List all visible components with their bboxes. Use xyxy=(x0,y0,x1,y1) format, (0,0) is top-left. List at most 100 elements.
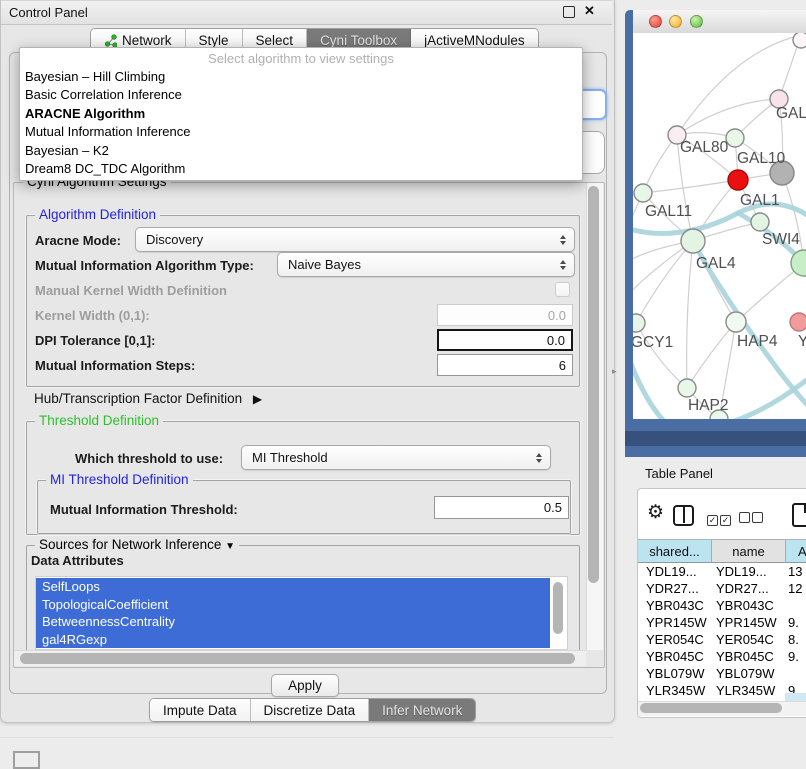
bottom-left-partial-window-icon[interactable] xyxy=(13,751,40,769)
table-cell: YER054C xyxy=(638,632,712,647)
table-row[interactable]: YLR345WYLR345W9. xyxy=(638,682,806,699)
zoom-traffic-light-icon[interactable] xyxy=(690,15,703,28)
attribute-list-item[interactable]: TopologicalCoefficient xyxy=(36,596,550,614)
kernel-width-label: Kernel Width (0,1): xyxy=(35,308,150,323)
network-node-label: GAL80 xyxy=(680,139,729,156)
threshold-definition-group: Threshold Definition Which threshold to … xyxy=(26,421,580,535)
table-row[interactable]: YBR045CYBR045C9. xyxy=(638,648,806,665)
network-node-gcy1[interactable] xyxy=(633,314,645,332)
mi-type-combo[interactable]: Naive Bayes xyxy=(277,252,575,277)
dropdown-item-bayesian-k2[interactable]: Bayesian – K2 xyxy=(20,142,582,160)
close-icon[interactable]: ✕ xyxy=(584,3,595,19)
table-panel-window: ⚙ ✓✓ shared... name A YDL19...YDL19...13… xyxy=(637,488,806,718)
network-node-gal4[interactable] xyxy=(681,229,705,253)
chevron-right-icon: ▶ xyxy=(253,392,262,406)
table-horizontal-scrollbar-thumb[interactable] xyxy=(640,703,782,713)
dropdown-item-basic-correlation[interactable]: Basic Correlation Inference xyxy=(20,86,582,104)
tab-discretize-data[interactable]: Discretize Data xyxy=(251,699,370,721)
table-cell: YDL19... xyxy=(638,564,712,579)
attributes-scrollbar-thumb[interactable] xyxy=(553,582,563,634)
dropdown-item-dream8[interactable]: Dream8 DC_TDC Algorithm xyxy=(20,160,582,178)
network-node-hap4[interactable] xyxy=(726,312,746,332)
mi-type-label: Mutual Information Algorithm Type: xyxy=(35,258,254,273)
sources-group-title[interactable]: Sources for Network Inference ▼ xyxy=(35,537,239,552)
network-node-top-partial[interactable] xyxy=(793,33,806,48)
hub-transcription-section-toggle[interactable]: Hub/Transcription Factor Definition ▶ xyxy=(34,391,262,406)
network-node-gal11[interactable] xyxy=(634,184,652,202)
data-attributes-list[interactable]: SelfLoopsTopologicalCoefficientBetweenne… xyxy=(35,576,568,650)
attribute-list-item[interactable]: SelfLoops xyxy=(36,578,550,596)
document-icon[interactable] xyxy=(792,503,806,527)
tab-infer-network[interactable]: Infer Network xyxy=(369,699,475,721)
network-node-salmon[interactable] xyxy=(790,313,806,331)
dropdown-item-mutual-information[interactable]: Mutual Information Inference xyxy=(20,123,582,141)
table-cell: YDR27... xyxy=(638,581,712,596)
mi-steps-field[interactable]: 6 xyxy=(437,354,573,376)
table-row[interactable]: YER054CYER054C8. xyxy=(638,631,806,648)
dropdown-item-aracne[interactable]: ARACNE Algorithm xyxy=(20,105,582,123)
network-edge xyxy=(636,323,687,388)
network-window-titlebar[interactable] xyxy=(633,10,806,34)
minimize-traffic-light-icon[interactable] xyxy=(669,15,682,28)
network-node-label: GAL10 xyxy=(737,150,786,167)
algorithm-dropdown-popup: Select algorithm to view settings Bayesi… xyxy=(19,47,583,181)
network-node-gal1[interactable] xyxy=(728,170,748,190)
column-header-shared-name[interactable]: shared... xyxy=(638,539,712,563)
split-columns-icon[interactable] xyxy=(673,505,694,526)
mi-threshold-field[interactable]: 0.5 xyxy=(434,496,569,519)
manual-kernel-checkbox[interactable] xyxy=(555,282,570,297)
tab-impute-data[interactable]: Impute Data xyxy=(150,699,251,721)
which-threshold-combo[interactable]: MI Threshold xyxy=(241,445,551,470)
network-node-swi4[interactable] xyxy=(751,213,769,231)
table-row[interactable]: YBR043CYBR043C xyxy=(638,597,806,614)
aracne-mode-value: Discovery xyxy=(146,232,203,247)
settings-vertical-scrollbar-thumb[interactable] xyxy=(588,186,599,583)
table-cell: YLR345W xyxy=(712,683,786,698)
column-header-name[interactable]: name xyxy=(712,539,786,563)
network-window-frame-left xyxy=(625,10,633,457)
table-row[interactable]: YDL19...YDL19...13 xyxy=(638,563,806,580)
aracne-mode-combo[interactable]: Discovery xyxy=(135,227,575,252)
close-traffic-light-icon[interactable] xyxy=(649,15,662,28)
tab-label: Style xyxy=(199,33,229,48)
table-cell: YDL19... xyxy=(712,564,786,579)
tab-label: Impute Data xyxy=(163,703,237,718)
attribute-list-item[interactable]: gal4RGexp xyxy=(36,631,550,649)
column-header-partial[interactable]: A xyxy=(786,539,806,563)
dpi-tolerance-field[interactable]: 0.0 xyxy=(437,329,573,351)
network-node-gal10[interactable] xyxy=(726,129,744,147)
table-cell: 9. xyxy=(786,615,806,630)
table-panel-title: Table Panel xyxy=(645,466,713,481)
which-threshold-label: Which threshold to use: xyxy=(75,451,223,466)
sources-title-text: Sources for Network Inference xyxy=(39,537,221,552)
network-node-label: GAL11 xyxy=(645,203,692,220)
table-cell: YBL079W xyxy=(638,666,712,681)
attribute-list-item[interactable]: BetweennessCentrality xyxy=(36,613,550,631)
table-cell: 12 xyxy=(786,581,806,596)
settings-horizontal-scrollbar-thumb[interactable] xyxy=(20,653,575,664)
splitter-handle-icon[interactable]: ▸ xyxy=(612,366,617,377)
mi-steps-label: Mutual Information Steps: xyxy=(35,358,195,373)
network-edge xyxy=(643,180,738,193)
tab-label: Network xyxy=(122,33,172,48)
table-cell: YPR145W xyxy=(712,615,786,630)
cyni-bottom-tabbar: Impute Data Discretize Data Infer Networ… xyxy=(149,698,476,722)
kernel-width-field[interactable]: 0.0 xyxy=(437,304,573,326)
gear-icon[interactable]: ⚙ xyxy=(647,501,664,524)
select-none-unchecked-icon[interactable] xyxy=(739,510,763,528)
table-row[interactable]: YPR145WYPR145W9. xyxy=(638,614,806,631)
network-canvas[interactable]: GALGAL80GAL10GAL1GAL11GAL4SWI4GCY1HAP4YH… xyxy=(633,33,806,419)
column-header-label: A xyxy=(798,544,806,559)
table-row[interactable]: YDR27...YDR27...12 xyxy=(638,580,806,597)
stepper-arrows-icon xyxy=(560,235,566,245)
float-icon[interactable] xyxy=(563,6,575,18)
network-node-hap2[interactable] xyxy=(678,379,696,397)
table-cell: YER054C xyxy=(712,632,786,647)
table-cell: YDR27... xyxy=(712,581,786,596)
network-edge-highlighted xyxy=(721,375,806,419)
dropdown-item-bayesian-hill-climbing[interactable]: Bayesian – Hill Climbing xyxy=(20,68,582,86)
apply-button[interactable]: Apply xyxy=(271,674,339,697)
table-row[interactable]: YBL079WYBL079W xyxy=(638,665,806,682)
network-node-label: HAP2 xyxy=(688,397,729,414)
select-all-checked-icon[interactable]: ✓✓ xyxy=(707,510,731,528)
